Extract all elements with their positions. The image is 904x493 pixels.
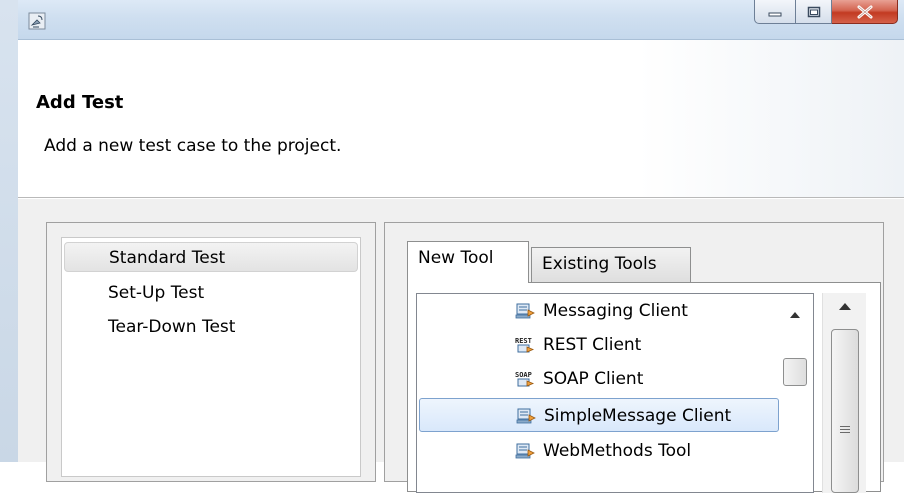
tab-existing-tools[interactable]: Existing Tools [531,247,691,283]
grip-line [840,429,850,430]
title-bar[interactable] [18,0,904,40]
tool-item-webmethods-tool[interactable]: WebMethods Tool [419,434,779,468]
dialog-title: Add Test [36,92,124,113]
tool-list-scrollbar[interactable] [781,296,811,492]
tool-item-soap-client[interactable]: SOAP SOAP Client [419,362,779,396]
satellite-dish-icon [28,12,46,30]
add-test-dialog: Add Test Add a new test case to the proj… [0,0,904,493]
test-type-list[interactable]: Standard Test Set-Up Test Tear-Down Test [61,237,361,477]
dialog-description: Add a new test case to the project. [44,136,342,156]
tool-label: Messaging Client [543,301,688,321]
test-type-standard[interactable]: Standard Test [64,242,358,272]
rest-icon: REST [515,337,535,353]
tool-label: SimpleMessage Client [544,406,732,426]
test-type-setup[interactable]: Set-Up Test [64,278,358,308]
desktop-edge [0,0,18,462]
client-icon [515,443,535,459]
close-button[interactable] [832,0,898,24]
tool-item-rest-client[interactable]: REST REST Client [419,328,779,362]
minimize-icon [768,12,782,16]
test-type-teardown[interactable]: Tear-Down Test [64,312,358,342]
maximize-icon [807,6,820,17]
minimize-button[interactable] [754,0,796,24]
tool-label: SOAP Client [543,369,644,389]
dialog-banner: Add Test Add a new test case to the proj… [18,40,904,198]
tool-panel: New Tool Existing Tools Messaging Client [384,222,884,493]
maximize-button[interactable] [796,0,832,24]
soap-icon: SOAP [515,371,535,387]
new-tool-tab-page: Messaging Client REST REST Client SOAP S… [407,282,881,493]
svg-text:REST: REST [515,337,532,345]
tab-new-tool[interactable]: New Tool [407,241,529,283]
dialog-content: Standard Test Set-Up Test Tear-Down Test… [18,199,904,493]
scroll-up-arrow-icon[interactable] [839,303,851,310]
tool-list[interactable]: Messaging Client REST REST Client SOAP S… [416,293,814,493]
grip-line [840,426,850,427]
close-icon [857,5,872,18]
page-scrollbar[interactable] [822,293,866,493]
client-icon [515,303,535,319]
tool-label: REST Client [543,335,642,355]
tool-item-simplemessage-client[interactable]: SimpleMessage Client [419,398,779,432]
tool-item-messaging-client[interactable]: Messaging Client [419,294,779,328]
grip-line [840,432,850,433]
svg-text:SOAP: SOAP [515,371,532,379]
scroll-up-arrow-icon[interactable] [790,312,800,318]
scroll-thumb[interactable] [783,358,807,386]
test-type-panel: Standard Test Set-Up Test Tear-Down Test [46,222,376,482]
scroll-thumb[interactable] [831,329,859,493]
tool-label: WebMethods Tool [543,441,692,461]
client-icon [516,408,536,424]
